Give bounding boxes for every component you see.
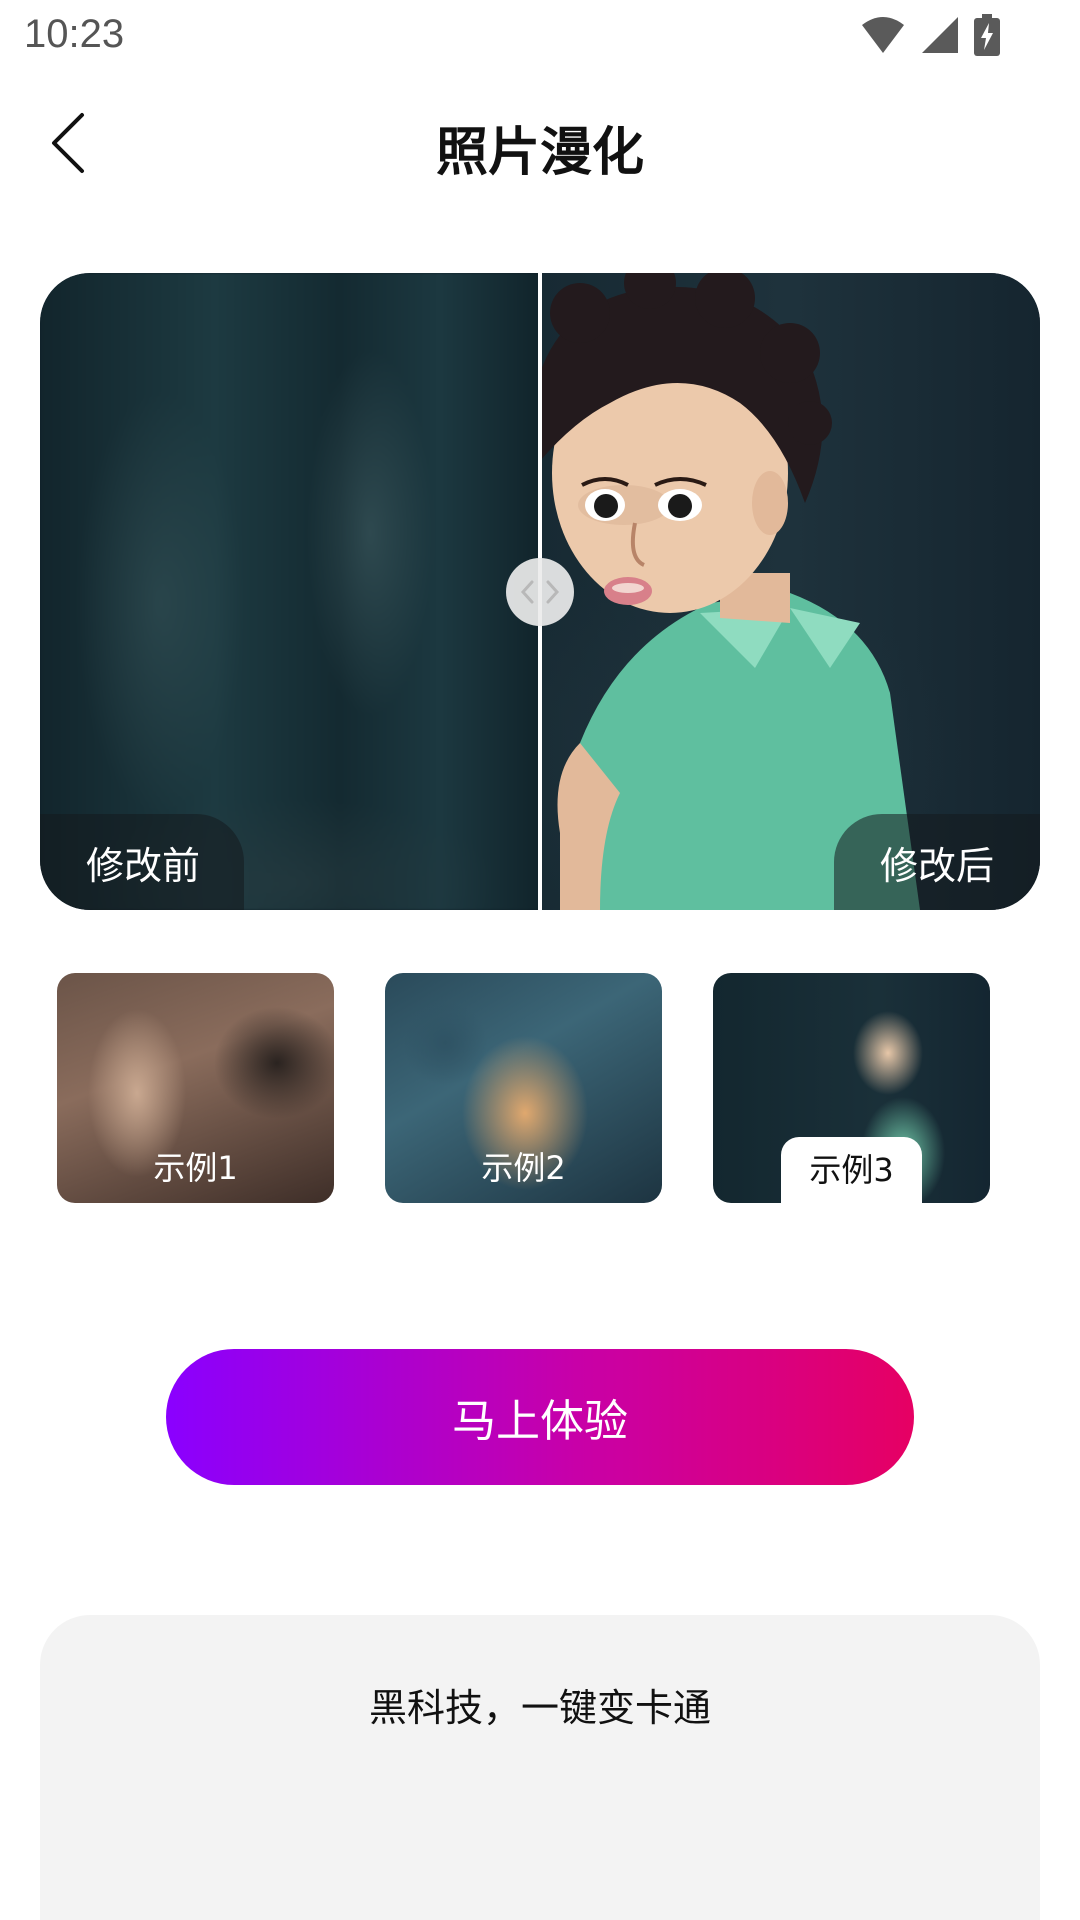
status-icons: [860, 14, 1000, 56]
left-right-arrows-icon: [520, 580, 560, 604]
compare-slider-handle[interactable]: [506, 558, 574, 626]
example-thumb-2[interactable]: 示例2: [385, 973, 662, 1203]
example-list: 示例1 示例2 示例3: [57, 973, 1007, 1203]
status-bar: 10:23: [0, 0, 1080, 72]
before-label: 修改前: [40, 814, 245, 910]
signal-icon: [922, 17, 958, 53]
after-label: 修改后: [833, 814, 1040, 910]
example-thumb-1[interactable]: 示例1: [57, 973, 334, 1203]
page-title: 照片漫化: [435, 123, 644, 183]
before-after-compare[interactable]: 修改前 修改后: [40, 273, 1040, 910]
example-label-1: 示例1: [153, 1149, 238, 1187]
try-now-button[interactable]: 马上体验: [166, 1349, 914, 1485]
status-time: 10:23: [24, 12, 125, 56]
battery-charging-icon: [974, 14, 1000, 56]
example-label-3: 示例3: [781, 1137, 922, 1203]
example-label-2: 示例2: [481, 1149, 566, 1187]
header: 照片漫化: [0, 90, 1080, 190]
example-thumb-3[interactable]: 示例3: [713, 973, 990, 1203]
info-card: 黑科技，一键变卡通: [40, 1615, 1040, 1920]
wifi-icon: [862, 17, 904, 53]
info-headline: 黑科技，一键变卡通: [368, 1686, 711, 1730]
